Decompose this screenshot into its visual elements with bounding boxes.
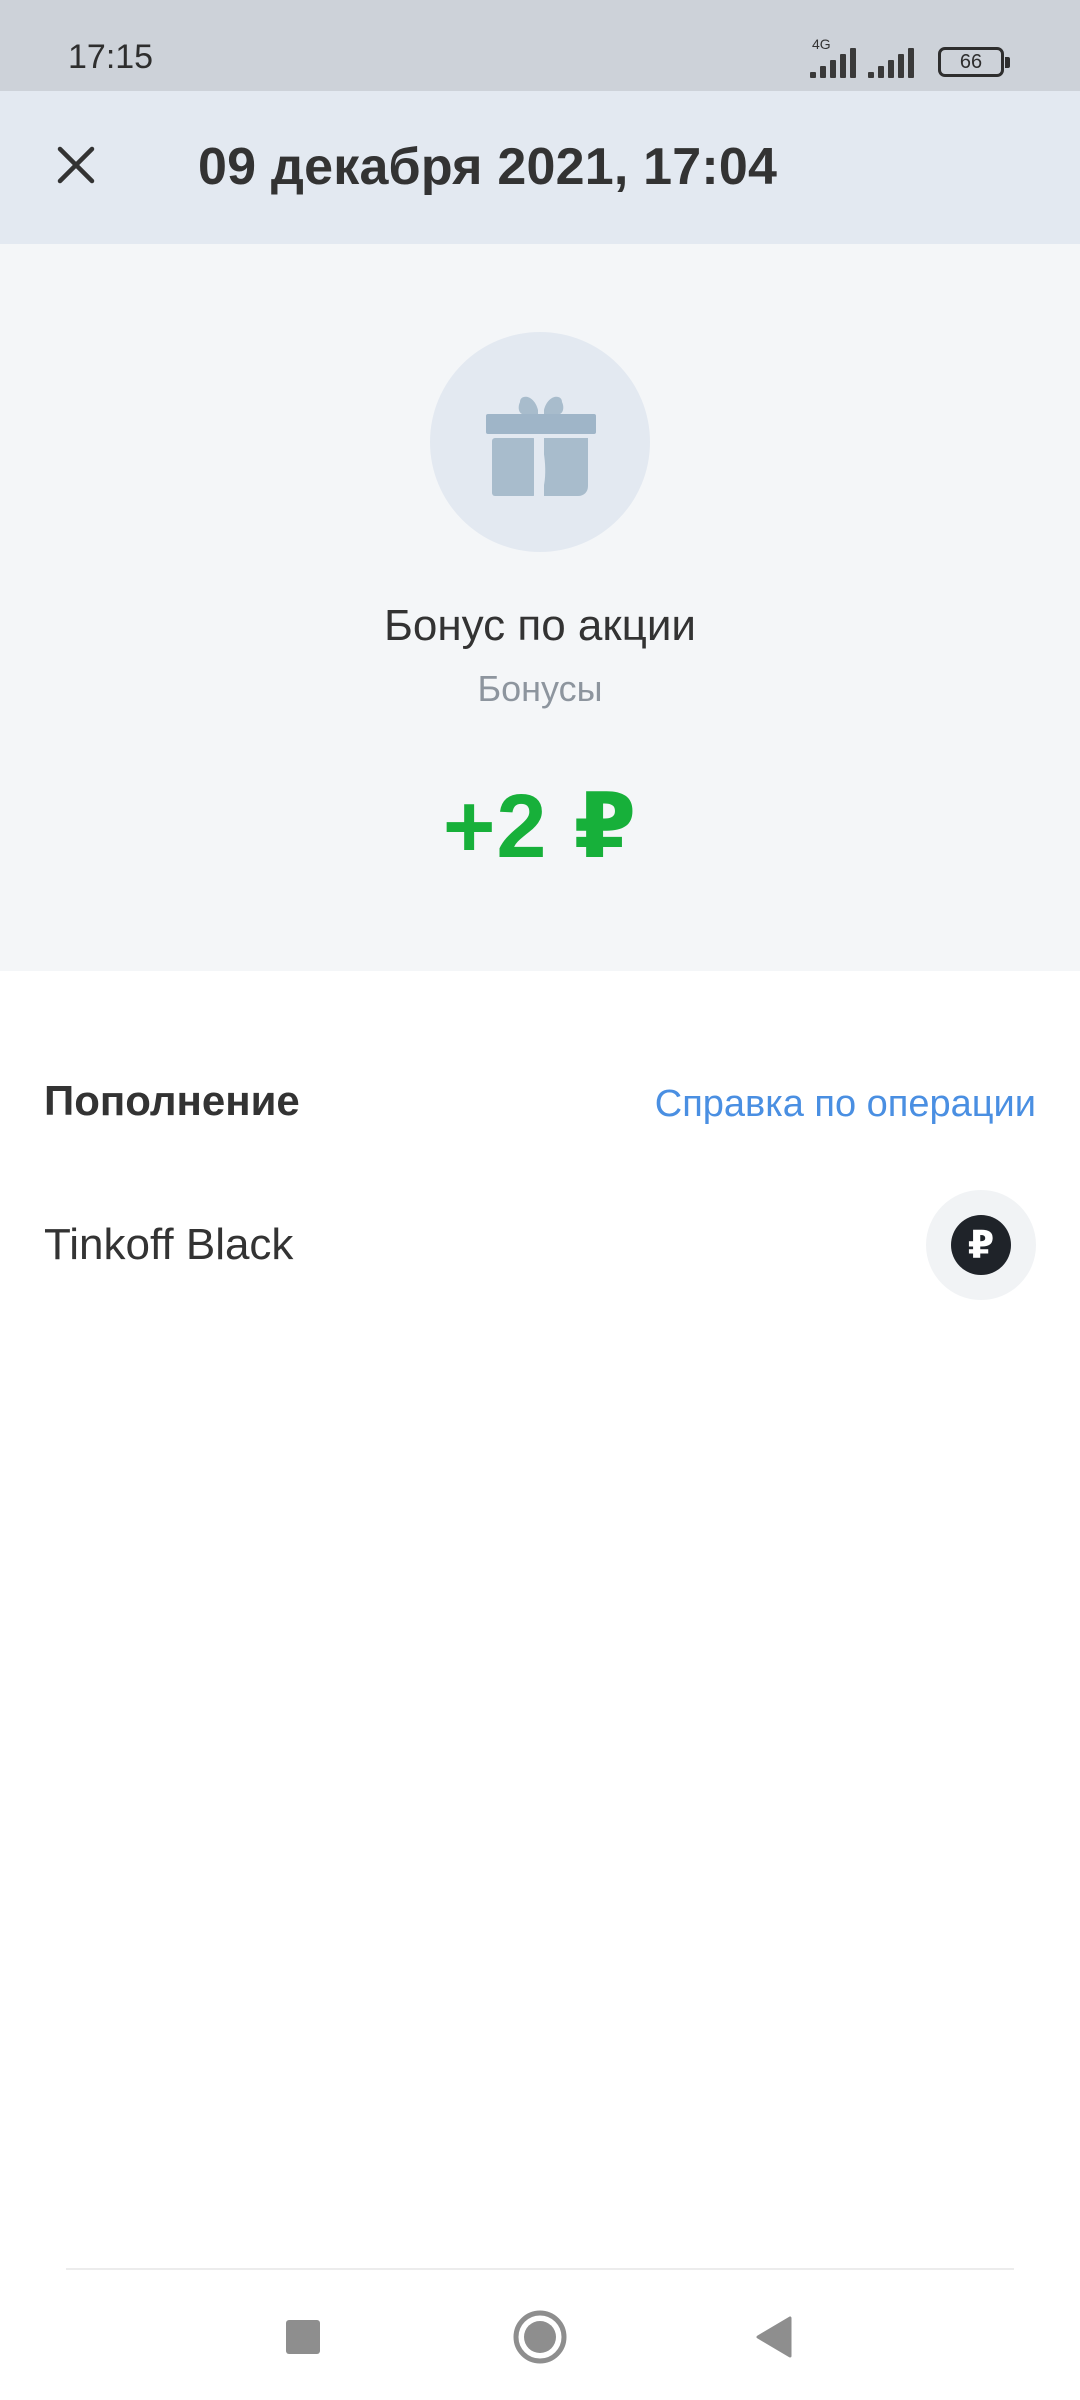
close-button[interactable] [46,135,106,195]
battery-icon: 66 [938,47,1010,77]
operation-amount: +2 ₽ [442,777,638,877]
account-name: Tinkoff Black [44,1220,294,1269]
home-circle-icon [513,2310,567,2364]
account-icon-container: ₽ [926,1190,1036,1300]
gift-icon [486,396,596,496]
status-time: 17:15 [68,38,154,76]
operation-summary: Бонус по акции Бонусы +2 ₽ [0,244,1080,971]
account-row[interactable]: Tinkoff Black ₽ [0,1190,1080,1300]
operation-help-link[interactable]: Справка по операции [655,1083,1036,1126]
operation-category: Бонусы [477,668,603,709]
ruble-icon: ₽ [951,1215,1011,1275]
battery-level: 66 [959,50,983,73]
back-triangle-icon [756,2316,792,2358]
close-icon [57,146,95,184]
operation-title: Бонус по акции [384,601,696,650]
recents-button[interactable] [268,2302,338,2372]
network-type-label: 4G [812,36,831,52]
status-bar: 17:15 4G 66 [0,0,1080,91]
signal-4g-icon: 4G [810,36,856,78]
back-button[interactable] [740,2302,810,2372]
page-title: 09 декабря 2021, 17:04 [198,138,778,196]
operation-icon-circle [430,332,650,552]
app-header: 09 декабря 2021, 17:04 [0,91,1080,244]
home-button[interactable] [505,2302,575,2372]
section-title: Пополнение [44,1077,300,1124]
system-nav-bar [0,2270,1080,2400]
signal-icon [868,46,914,78]
recents-square-icon [286,2320,320,2354]
status-icons: 4G 66 [810,34,1010,78]
